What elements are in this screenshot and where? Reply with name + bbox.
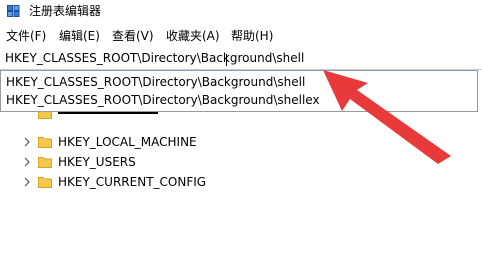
registry-editor-icon [7,5,20,17]
address-input[interactable] [5,50,475,66]
address-autocomplete-dropdown: HKEY_CLASSES_ROOT\Directory\Background\s… [0,70,478,112]
folder-icon [38,157,52,168]
chevron-right-icon[interactable] [22,177,32,187]
tree-item-hkey-current-config[interactable]: HKEY_CURRENT_CONFIG [0,172,482,192]
title-bar: 注册表编辑器 [0,0,482,22]
suggestion-shellex[interactable]: HKEY_CLASSES_ROOT\Directory\Background\s… [6,92,320,108]
chevron-right-icon[interactable] [22,157,32,167]
folder-icon [38,137,52,148]
menu-favorites[interactable]: 收藏夹(A) [166,28,220,44]
menu-file[interactable]: 文件(F) [6,28,46,44]
chevron-right-icon[interactable] [22,137,32,147]
tree-item-label: HKEY_USERS [58,155,136,169]
menu-bar: 文件(F) 编辑(E) 查看(V) 收藏夹(A) 帮助(H) [0,26,482,46]
menu-help[interactable]: 帮助(H) [231,28,273,44]
tree-item-hkey-users[interactable]: HKEY_USERS [0,152,482,172]
tree-item-label: HKEY_CURRENT_CONFIG [58,175,207,189]
menu-view[interactable]: 查看(V) [112,28,154,44]
tree-item-label: HKEY_LOCAL_MACHINE [58,135,197,149]
menu-edit[interactable]: 编辑(E) [59,28,100,44]
address-bar [0,48,482,70]
text-cursor [226,54,227,66]
window-title: 注册表编辑器 [29,4,102,18]
suggestion-shell[interactable]: HKEY_CLASSES_ROOT\Directory\Background\s… [6,74,305,90]
registry-tree: HKEY_LOCAL_MACHINE HKEY_USERS HKEY_CURRE… [0,112,482,256]
tree-item-hkey-local-machine[interactable]: HKEY_LOCAL_MACHINE [0,132,482,152]
folder-icon [38,177,52,188]
